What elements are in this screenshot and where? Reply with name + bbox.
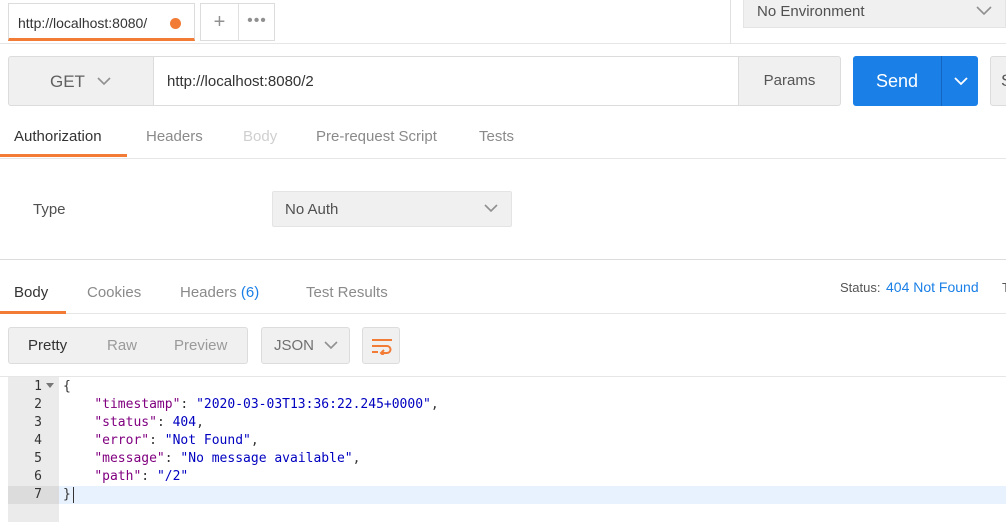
headers-count-badge: (6) <box>240 284 260 301</box>
view-raw-button[interactable]: Raw <box>107 337 137 354</box>
active-response-tab-indicator <box>0 311 66 314</box>
tab-actions: + ••• <box>200 3 275 41</box>
tab-response-body[interactable]: Body <box>14 284 48 301</box>
chevron-down-icon <box>324 341 338 350</box>
chevron-down-icon <box>484 204 498 213</box>
save-button[interactable]: S <box>990 56 1006 106</box>
wrap-lines-icon <box>372 339 392 355</box>
send-button[interactable]: Send <box>853 56 941 106</box>
line-number: 6 <box>34 469 42 484</box>
json-value: "/2" <box>156 469 189 484</box>
tab-headers[interactable]: Headers <box>146 128 203 145</box>
method-label: GET <box>50 72 85 91</box>
json-key: "error" <box>94 433 150 448</box>
line-number: 7 <box>34 487 42 502</box>
tab-body[interactable]: Body <box>243 128 277 145</box>
view-preview-button[interactable]: Preview <box>174 337 227 354</box>
json-key: "timestamp" <box>94 397 181 412</box>
tab-authorization[interactable]: Authorization <box>14 128 102 145</box>
code-viewer-border <box>0 376 1006 377</box>
chevron-down-icon <box>954 77 968 86</box>
auth-type-value: No Auth <box>285 201 339 218</box>
auth-type-select[interactable]: No Auth <box>272 191 512 227</box>
line-number: 1 <box>34 379 42 394</box>
time-label: T <box>1002 280 1006 295</box>
active-tab-indicator <box>0 154 127 157</box>
view-mode-group: Pretty Raw Preview <box>8 327 248 364</box>
wrap-lines-button[interactable] <box>362 327 400 364</box>
environment-select[interactable]: No Environment <box>743 0 1006 28</box>
json-value: 404 <box>172 415 197 430</box>
plus-icon[interactable]: + <box>201 4 238 40</box>
line-number: 3 <box>34 415 42 430</box>
code-line: "timestamp": "2020-03-03T13:36:22.245+00… <box>94 397 439 412</box>
code-line: "path": "/2" <box>94 469 189 484</box>
json-value: "2020-03-03T13:36:22.245+0000" <box>196 397 431 412</box>
line-number: 5 <box>34 451 42 466</box>
method-select[interactable]: GET <box>8 56 154 106</box>
json-brace: { <box>63 379 71 394</box>
chevron-down-icon <box>976 6 992 16</box>
json-key: "path" <box>94 469 142 484</box>
tab-tests[interactable]: Tests <box>479 128 514 145</box>
format-select-label: JSON <box>274 337 315 354</box>
status-label: Status: <box>840 280 881 295</box>
json-brace: } <box>63 487 71 502</box>
tab-response-headers[interactable]: Headers (6) <box>180 284 259 301</box>
request-tabs: Authorization Headers Body Pre-request S… <box>0 118 1006 159</box>
status-value[interactable]: 404 Not Found <box>886 279 979 295</box>
request-tab-label: http://localhost:8080/ <box>18 15 148 31</box>
format-select[interactable]: JSON <box>261 327 350 364</box>
code-line: } <box>63 487 71 502</box>
more-icon[interactable]: ••• <box>239 4 275 40</box>
code-line: "message": "No message available", <box>94 451 361 466</box>
send-dropdown-button[interactable] <box>941 56 978 106</box>
params-button[interactable]: Params <box>738 56 841 106</box>
line-number: 2 <box>34 397 42 412</box>
json-value: "Not Found" <box>164 433 251 448</box>
code-line: "error": "Not Found", <box>94 433 259 448</box>
url-input[interactable] <box>153 56 739 106</box>
request-tab-active[interactable]: http://localhost:8080/ <box>8 3 195 41</box>
save-button-label: S <box>1001 71 1006 91</box>
text-cursor <box>73 487 74 503</box>
json-key: "message" <box>94 451 165 466</box>
tab-test-results[interactable]: Test Results <box>306 284 388 301</box>
code-line: "status": 404, <box>94 415 204 430</box>
code-line: { <box>63 379 71 394</box>
response-headers-label: Headers <box>180 284 237 301</box>
auth-type-label: Type <box>33 201 66 218</box>
unsaved-dot-icon <box>170 18 181 29</box>
tab-pre-request-script[interactable]: Pre-request Script <box>316 128 437 145</box>
tab-cookies[interactable]: Cookies <box>87 284 141 301</box>
environment-select-label: No Environment <box>757 3 865 20</box>
tab-bar: http://localhost:8080/ + ••• No Environm… <box>0 0 1006 44</box>
environment-separator <box>730 0 731 44</box>
json-value: "No message available" <box>180 451 353 466</box>
chevron-down-icon <box>97 77 111 86</box>
fold-arrow-icon[interactable] <box>46 383 54 388</box>
line-number: 4 <box>34 433 42 448</box>
active-line-highlight <box>59 486 1006 504</box>
view-pretty-button[interactable]: Pretty <box>28 337 67 354</box>
json-key: "status" <box>94 415 157 430</box>
